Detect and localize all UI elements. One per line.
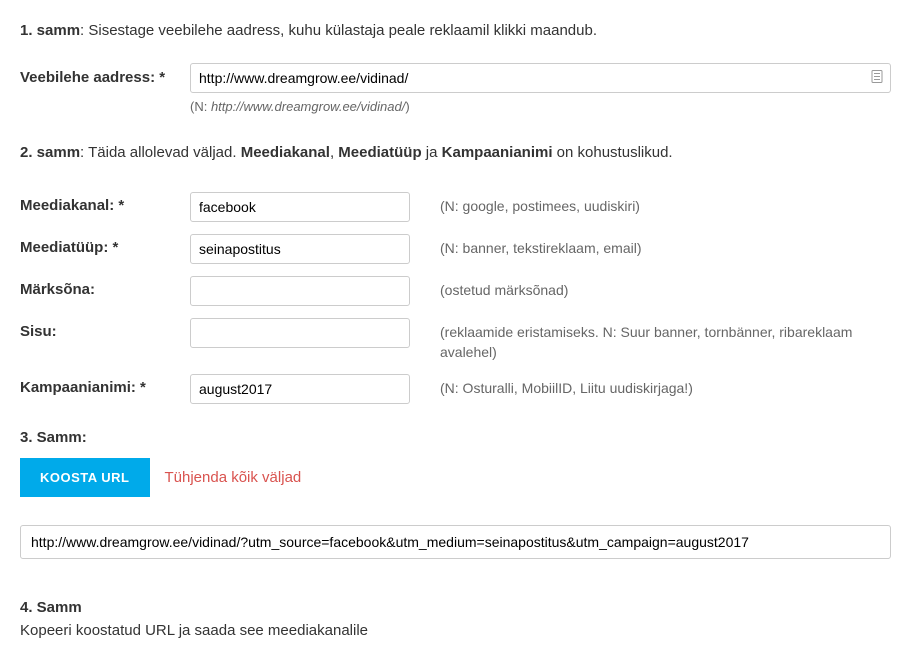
meediatuup-label: Meediatüüp: *	[20, 234, 190, 256]
marksona-input[interactable]	[190, 276, 410, 306]
step4-text: Kopeeri koostatud URL ja saada see meedi…	[20, 620, 891, 643]
sisu-hint: (reklaamide eristamiseks. N: Suur banner…	[410, 318, 891, 362]
meediatuup-hint: (N: banner, tekstireklaam, email)	[410, 234, 891, 259]
step1-text: : Sisestage veebilehe aadress, kuhu küla…	[80, 22, 597, 39]
url-hint: (N: http://www.dreamgrow.ee/vidinad/)	[190, 99, 891, 114]
clear-fields-link[interactable]: Tühjenda kõik väljad	[165, 469, 302, 486]
meediakanal-label: Meediakanal: *	[20, 192, 190, 214]
step2-instruction: 2. samm: Täida allolevad väljad. Meediak…	[20, 142, 891, 165]
result-url-input[interactable]	[20, 525, 891, 559]
step4-heading: 4. Samm	[20, 599, 891, 616]
url-label: Veebilehe aadress: *	[20, 69, 190, 86]
marksona-hint: (ostetud märksõnad)	[410, 276, 891, 301]
step1-instruction: 1. samm: Sisestage veebilehe aadress, ku…	[20, 20, 891, 43]
url-input[interactable]	[190, 63, 891, 93]
kampaanianimi-input[interactable]	[190, 374, 410, 404]
step2-label: 2. samm	[20, 144, 80, 161]
meediakanal-input[interactable]	[190, 192, 410, 222]
step3-heading: 3. Samm:	[20, 429, 891, 446]
build-url-button[interactable]: KOOSTA URL	[20, 458, 150, 497]
sisu-label: Sisu:	[20, 318, 190, 340]
kampaanianimi-label: Kampaanianimi: *	[20, 374, 190, 396]
marksona-label: Märksõna:	[20, 276, 190, 298]
step1-label: 1. samm	[20, 22, 80, 39]
note-icon	[871, 69, 883, 86]
kampaanianimi-hint: (N: Osturalli, MobiilID, Liitu uudiskirj…	[410, 374, 891, 399]
meediatuup-input[interactable]	[190, 234, 410, 264]
meediakanal-hint: (N: google, postimees, uudiskiri)	[410, 192, 891, 217]
sisu-input[interactable]	[190, 318, 410, 348]
